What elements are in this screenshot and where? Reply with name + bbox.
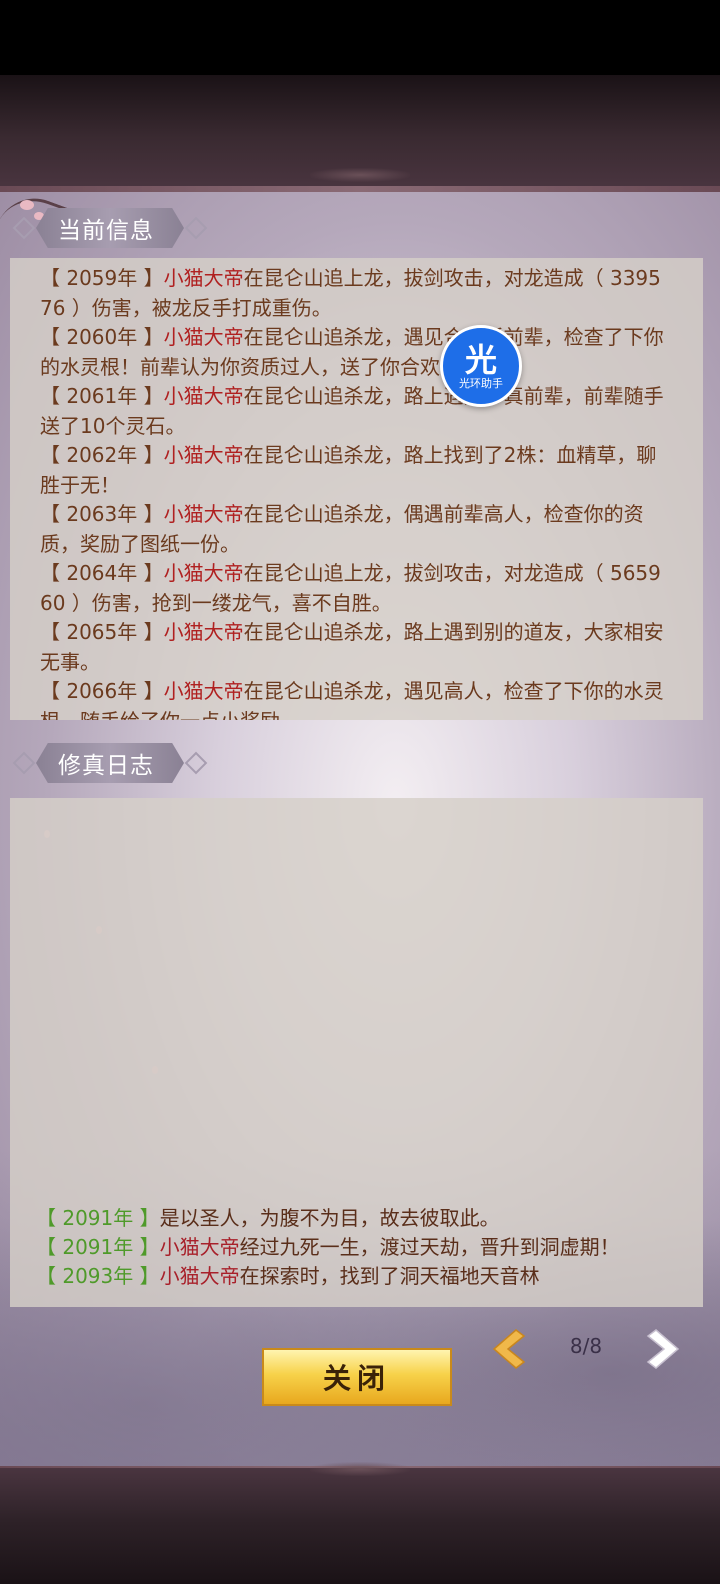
info-entry: 【 2061年 】小猫大帝在昆仑山追杀龙，路上遇见修真前辈，前辈随手送了10个灵… [40, 384, 664, 438]
assistant-icon: 光 [464, 340, 497, 379]
current-info-list[interactable]: 【 2059年 】小猫大帝在昆仑山追上龙，拔剑攻击，对龙造成（ 339576 ）… [10, 258, 703, 720]
player-name: 小猫大帝 [163, 502, 244, 526]
player-name: 小猫大帝 [159, 1264, 240, 1288]
log-entry: 【 2093年 】小猫大帝在探索时，找到了洞天福地天音林 [36, 1264, 540, 1288]
info-entry: 【 2063年 】小猫大帝在昆仑山追杀龙，偶遇前辈高人，检查你的资质，奖励了图纸… [40, 502, 644, 556]
current-info-header: 当前信息 [12, 208, 208, 248]
player-name: 小猫大帝 [163, 561, 244, 585]
info-entry: 【 2062年 】小猫大帝在昆仑山追杀龙，路上找到了2株：血精草，聊胜于无！ [40, 443, 657, 497]
assistant-caption: 光环助手 [459, 376, 503, 390]
player-name: 小猫大帝 [163, 443, 244, 467]
header-diamond-right [184, 751, 208, 775]
header-diamond-left [12, 751, 36, 775]
info-entry: 【 2059年 】小猫大帝在昆仑山追上龙，拔剑攻击，对龙造成（ 339576 ）… [40, 266, 661, 320]
prev-page-button[interactable] [486, 1328, 526, 1370]
close-button[interactable]: 关闭 [262, 1348, 452, 1406]
cultivation-log-list[interactable]: 【 2091年 】是以圣人，为腹不为目，故去彼取此。 【 2091年 】小猫大帝… [10, 798, 703, 1307]
current-info-title: 当前信息 [58, 218, 154, 244]
bottom-ornament [310, 1462, 410, 1476]
log-entry: 【 2091年 】小猫大帝经过九死一生，渡过天劫，晋升到洞虚期！ [36, 1235, 620, 1259]
top-ornament [310, 168, 410, 182]
log-entry: 【 2091年 】是以圣人，为腹不为目，故去彼取此。 [36, 1206, 500, 1230]
cultivation-log-title: 修真日志 [58, 753, 154, 779]
status-bar-area [0, 0, 720, 75]
page-indicator: 8/8 [569, 1334, 603, 1358]
player-name: 小猫大帝 [159, 1235, 240, 1259]
info-entry: 【 2066年 】小猫大帝在昆仑山追杀龙，遇见高人，检查了下你的水灵根，随手给了… [40, 679, 664, 720]
player-name: 小猫大帝 [163, 620, 244, 644]
header-diamond-right [184, 216, 208, 240]
info-entry: 【 2064年 】小猫大帝在昆仑山追上龙，拔剑攻击，对龙造成（ 565960 ）… [40, 561, 661, 615]
bottom-frame [0, 1468, 720, 1584]
player-name: 小猫大帝 [163, 384, 244, 408]
header-diamond-left [12, 216, 36, 240]
info-entry: 【 2065年 】小猫大帝在昆仑山追杀龙，路上遇到别的道友，大家相安无事。 [40, 620, 664, 674]
info-entry: 【 2060年 】小猫大帝在昆仑山追杀龙，遇见合欢派前辈，检查了下你的水灵根！前… [40, 325, 664, 379]
next-page-button[interactable] [646, 1328, 686, 1370]
floating-assistant-badge[interactable]: 光 光环助手 [440, 325, 522, 407]
log-lines: 【 2091年 】是以圣人，为腹不为目，故去彼取此。 【 2091年 】小猫大帝… [36, 1204, 683, 1291]
cultivation-log-header: 修真日志 [12, 743, 208, 783]
chevron-left-icon [492, 1329, 526, 1369]
player-name: 小猫大帝 [163, 679, 244, 703]
player-name: 小猫大帝 [163, 266, 244, 290]
game-screen: 当前信息 【 2059年 】小猫大帝在昆仑山追上龙，拔剑攻击，对龙造成（ 339… [0, 0, 720, 1584]
chevron-right-icon [646, 1329, 680, 1369]
top-frame-trim [0, 186, 720, 192]
player-name: 小猫大帝 [163, 325, 244, 349]
